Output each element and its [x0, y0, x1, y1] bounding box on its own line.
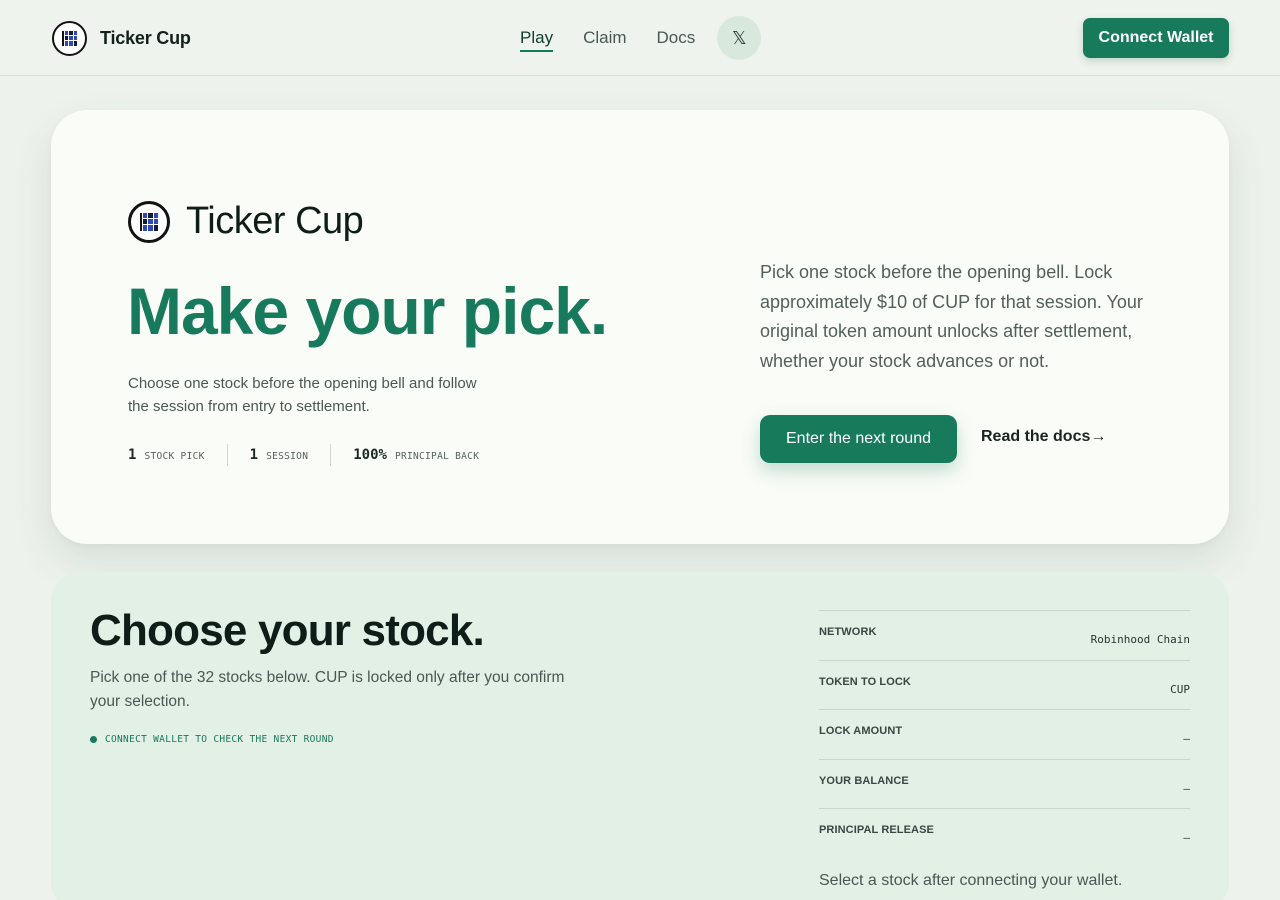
stat-principal-back: 100% PRINCIPAL BACK: [353, 447, 479, 463]
hero-title: Make your pick.: [127, 274, 608, 348]
stat-label: SESSION: [266, 451, 309, 462]
select-stock-note: Select a stock after connecting your wal…: [819, 872, 1123, 889]
hero-subtitle: Choose one stock before the opening bell…: [128, 375, 477, 415]
ticker-cup-logo-icon: [128, 200, 170, 243]
hero-card: Ticker Cup Make your pick. Choose one st…: [51, 110, 1229, 544]
x-logo-icon: 𝕏: [732, 27, 747, 49]
nav-claim[interactable]: Claim: [583, 28, 626, 48]
info-key: TOKEN TO LOCK: [819, 675, 911, 688]
status-dot-icon: [90, 736, 97, 743]
site-header: Ticker Cup Play Claim Docs 𝕏 Connect Wal…: [0, 0, 1280, 76]
brand-name: Ticker Cup: [100, 27, 191, 48]
info-row-token: TOKEN TO LOCK CUP: [819, 659, 1190, 710]
nav-docs[interactable]: Docs: [657, 28, 696, 48]
info-value: CUP: [1170, 682, 1190, 696]
hero-stats: 1 STOCK PICK 1 SESSION 100% PRINCIPAL BA…: [128, 444, 479, 466]
info-key: LOCK AMOUNT: [819, 725, 903, 737]
read-docs-link[interactable]: Read the docs→: [981, 428, 1106, 446]
info-row-principal-release: PRINCIPAL RELEASE —: [819, 808, 1190, 858]
x-social-button[interactable]: 𝕏: [717, 16, 762, 60]
stat-value: 1: [128, 447, 137, 463]
stat-label: PRINCIPAL BACK: [394, 451, 480, 462]
enter-next-round-button[interactable]: Enter the next round: [760, 415, 957, 463]
hero-brand-name: Ticker Cup: [186, 200, 364, 242]
lock-info-table: NETWORK Robinhood Chain TOKEN TO LOCK CU…: [819, 610, 1190, 858]
stat-value: 1: [249, 447, 259, 463]
wallet-status-text: CONNECT WALLET TO CHECK THE NEXT ROUND: [105, 734, 334, 745]
stat-stock-pick: 1 STOCK PICK: [128, 447, 205, 463]
info-row-lock-amount: LOCK AMOUNT —: [819, 709, 1190, 759]
info-value: Robinhood Chain: [1090, 633, 1190, 646]
wallet-status: CONNECT WALLET TO CHECK THE NEXT ROUND: [90, 734, 334, 745]
info-key: NETWORK: [819, 626, 877, 638]
stat-divider: [226, 444, 228, 466]
info-value: —: [1183, 781, 1190, 795]
hero-description: Pick one stock before the opening bell. …: [760, 262, 1143, 371]
connect-wallet-button[interactable]: Connect Wallet: [1083, 18, 1229, 58]
choose-title: Choose your stock.: [90, 606, 485, 655]
info-value: —: [1183, 831, 1190, 844]
info-value: —: [1183, 732, 1190, 745]
info-row-network: NETWORK Robinhood Chain: [819, 610, 1190, 660]
choose-stock-section: Choose your stock. Pick one of the 32 st…: [51, 572, 1229, 900]
stat-value: 100%: [353, 447, 387, 463]
main-nav: Play Claim Docs 𝕏: [520, 16, 762, 60]
info-key: PRINCIPAL RELEASE: [819, 824, 934, 836]
stat-divider: [330, 444, 332, 466]
brand-link[interactable]: Ticker Cup: [52, 20, 191, 56]
choose-subtitle: Pick one of the 32 stocks below. CUP is …: [90, 669, 565, 710]
info-key: YOUR BALANCE: [819, 774, 909, 787]
stat-session: 1 SESSION: [250, 447, 309, 463]
ticker-cup-logo-icon: [52, 20, 87, 56]
nav-play[interactable]: Play: [520, 28, 554, 52]
hero-brand: Ticker Cup: [128, 200, 364, 243]
stat-label: STOCK PICK: [144, 451, 205, 462]
info-row-balance: YOUR BALANCE —: [819, 758, 1190, 809]
